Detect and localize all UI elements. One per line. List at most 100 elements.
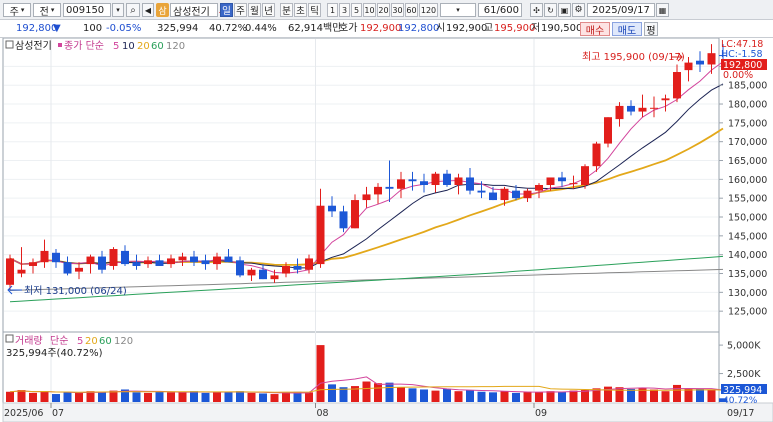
y-tick-label: 180,000 <box>728 100 767 111</box>
tab-weekly[interactable]: 주 <box>234 3 247 17</box>
save-button[interactable]: ▣ <box>558 3 571 17</box>
tab-minute[interactable]: 분 <box>280 3 293 17</box>
tab-min-3[interactable]: 3 <box>339 3 350 17</box>
tab-daily[interactable]: 일 <box>220 3 233 17</box>
legend-vma60: 60 <box>99 336 112 347</box>
legend-marker-icon <box>58 43 62 47</box>
volume-bar <box>650 389 658 402</box>
tab-min-5[interactable]: 5 <box>351 3 362 17</box>
high-price: 195,900 <box>494 23 536 34</box>
tab-min-1[interactable]: 1 <box>327 3 338 17</box>
change-pct: -0.05% <box>106 23 142 34</box>
low-price: 190,500 <box>541 23 583 34</box>
candle-body <box>466 177 474 191</box>
legend-ma120: 120 <box>166 41 185 52</box>
pct-label: 0.00% <box>723 70 753 81</box>
candle-body <box>546 177 555 185</box>
calendar-button[interactable]: ▦ <box>656 3 669 17</box>
volume-bar <box>546 391 555 402</box>
x-tick-label: 07 <box>52 408 64 419</box>
volume-axis: 5,000K 2,500K <box>719 341 761 380</box>
candle-body <box>512 190 520 199</box>
candle-body <box>6 258 14 285</box>
volume-bar <box>707 389 716 402</box>
date-axis <box>2 402 773 422</box>
chevron-down-icon: ▾ <box>116 6 120 14</box>
buy-button[interactable]: 매수 <box>580 22 610 36</box>
legend-vma120: 120 <box>114 336 133 347</box>
crosshair-button[interactable]: ✣ <box>530 3 543 17</box>
candle-body <box>523 190 532 199</box>
price-axis: 125,000 130,000 135,000 140,000 145,000 150,0… <box>719 62 767 318</box>
date-input[interactable]: 2025/09/17 <box>587 3 655 17</box>
y-tick-label: 185,000 <box>728 81 767 92</box>
candle-body <box>558 177 566 182</box>
candle-body <box>328 205 336 212</box>
tab-yearly[interactable]: 년 <box>262 3 275 17</box>
candle-body <box>86 256 95 265</box>
legend-ma60: 60 <box>151 41 164 52</box>
tab-second[interactable]: 초 <box>294 3 307 17</box>
legend-ma5: 5 <box>113 41 119 52</box>
volume-bar <box>328 384 336 402</box>
sell-button[interactable]: 매도 <box>612 22 642 36</box>
interval-input[interactable]: ▾ <box>440 3 476 17</box>
volume-bar <box>259 393 267 402</box>
volume-tag-label: 325,994 <box>723 385 762 396</box>
price-volume-chart[interactable]: 125,000 130,000 135,000 140,000 145,000 150,0… <box>0 38 773 422</box>
tab-min-10[interactable]: 10 <box>363 3 376 17</box>
volume-tick-label: 2,500K <box>727 369 761 380</box>
volume-bar <box>362 381 371 402</box>
high-annotation: 최고 195,900 (09/17) <box>582 51 685 63</box>
volume-bar <box>454 391 463 402</box>
code-dropdown-button[interactable]: ▾ <box>112 3 124 17</box>
legend-volume-type: 단순 <box>50 335 68 347</box>
candle-body <box>144 260 152 265</box>
y-tick-label: 135,000 <box>728 269 767 280</box>
volume-bar <box>477 391 486 402</box>
candle-body <box>489 192 497 201</box>
volume-bar <box>63 392 72 402</box>
candle-body <box>178 256 187 261</box>
tab-min-20[interactable]: 20 <box>377 3 390 17</box>
tab-monthly[interactable]: 월 <box>248 3 261 17</box>
search-button[interactable]: ⌕ <box>126 3 140 17</box>
count-input[interactable]: 61/600 <box>478 3 522 17</box>
volume-bar <box>17 390 26 402</box>
candle-body <box>500 188 509 201</box>
volume-bar <box>213 392 221 402</box>
low-label: 저 <box>531 23 541 34</box>
volume-bar <box>420 389 428 402</box>
name-badge: 삼 <box>156 3 169 17</box>
hc-label: HC:-1.58 <box>721 49 763 60</box>
market-select[interactable]: 전 ▾ <box>33 3 61 17</box>
candle-body <box>121 250 129 265</box>
candle-body <box>259 269 267 280</box>
candle-body <box>224 256 233 263</box>
settings-button[interactable]: ⚙ <box>572 3 585 17</box>
volume-bar <box>466 390 474 402</box>
turnover-rate: 0.44% <box>245 23 277 34</box>
eval-button[interactable]: 평 <box>644 22 658 36</box>
volume-bar <box>443 388 451 402</box>
gear-icon: ⚙ <box>574 5 583 15</box>
candle-body <box>638 107 647 112</box>
legend-volume-name: 거래량 <box>15 335 43 347</box>
prev-stock-button[interactable]: ◀ <box>142 3 154 17</box>
tab-min-30[interactable]: 30 <box>391 3 404 17</box>
tab-tick[interactable]: 틱 <box>308 3 321 17</box>
x-tick-label: 09/17 <box>727 408 754 419</box>
chevron-down-icon: ▾ <box>456 6 460 14</box>
trade-amount: 62,914백만 <box>288 23 342 34</box>
refresh-button[interactable]: ↻ <box>544 3 557 17</box>
mode-select[interactable]: 주 ▾ <box>3 3 31 17</box>
tab-min-120[interactable]: 120 <box>419 3 438 17</box>
volume-bar <box>270 394 279 402</box>
volume-bar <box>535 392 543 402</box>
volume-bar <box>236 391 244 402</box>
volume-bar <box>282 392 290 402</box>
stock-name-field[interactable]: 삼성전기 <box>170 3 218 17</box>
price-legend: 삼성전기 종가 단순 5 10 20 60 120 <box>5 40 185 52</box>
tab-min-60[interactable]: 60 <box>405 3 418 17</box>
code-input[interactable]: 009150 <box>63 3 111 17</box>
